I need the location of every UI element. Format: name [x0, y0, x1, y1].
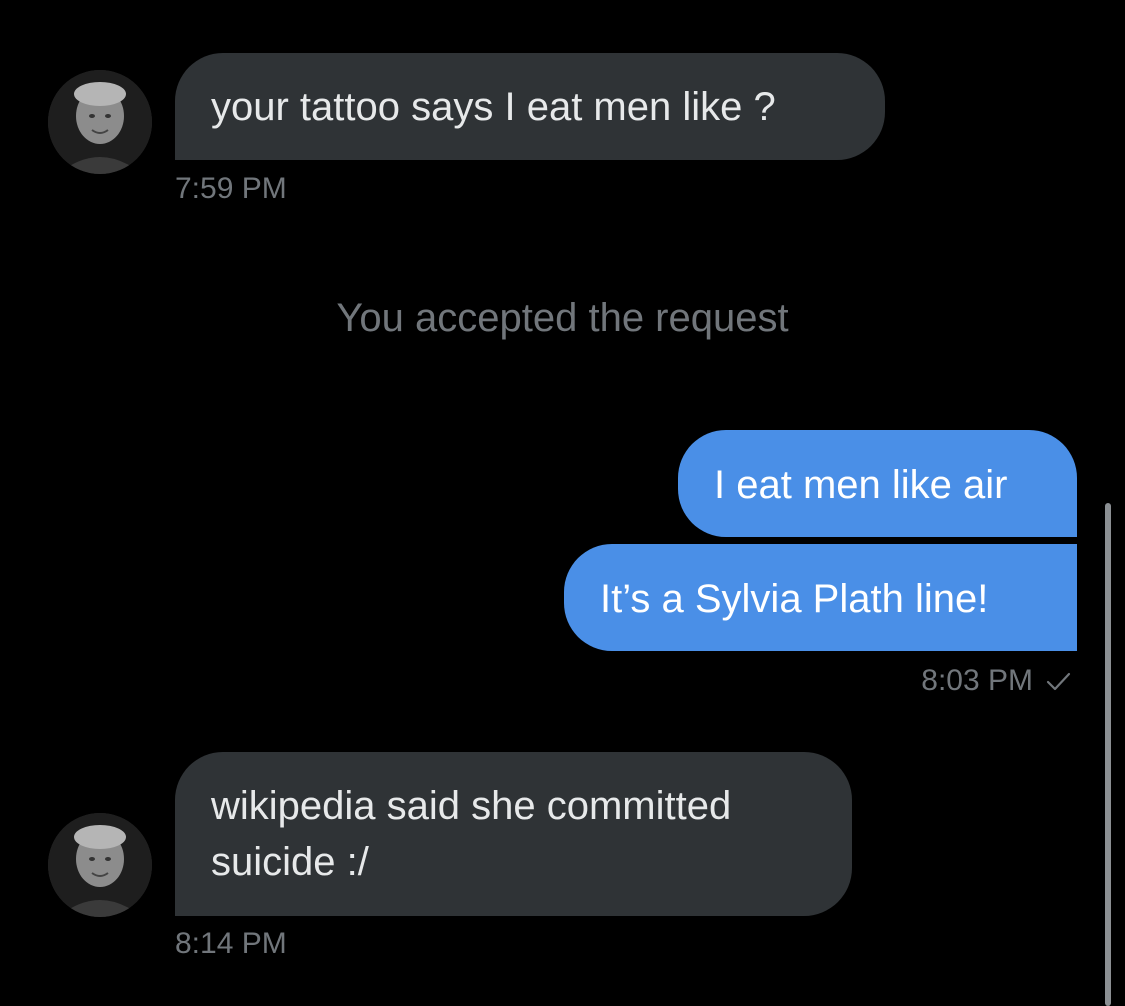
message-timestamp-row: 8:03 PM	[921, 663, 1073, 699]
scrollbar[interactable]	[1105, 503, 1111, 1006]
outgoing-message-bubble[interactable]: It’s a Sylvia Plath line!	[564, 544, 1077, 651]
incoming-message-bubble[interactable]: wikipedia said she committed suicide :/	[175, 752, 852, 916]
message-text: It’s a Sylvia Plath line!	[600, 577, 989, 621]
check-icon	[1046, 672, 1071, 691]
request-accepted-note: You accepted the request	[336, 296, 789, 340]
avatar-icon	[48, 813, 152, 917]
message-timestamp: 8:14 PM	[175, 927, 287, 960]
avatar-icon	[48, 70, 152, 174]
message-text: I eat men like air	[714, 463, 1008, 507]
message-timestamp: 8:03 PM	[921, 664, 1033, 697]
sender-avatar[interactable]	[48, 70, 152, 174]
sender-avatar[interactable]	[48, 813, 152, 917]
message-timestamp: 7:59 PM	[175, 172, 287, 205]
message-text: your tattoo says I eat men like ?	[211, 85, 776, 129]
outgoing-message-bubble[interactable]: I eat men like air	[678, 430, 1077, 537]
incoming-message-bubble[interactable]: your tattoo says I eat men like ?	[175, 53, 885, 160]
message-text: wikipedia said she committed suicide :/	[211, 784, 732, 884]
